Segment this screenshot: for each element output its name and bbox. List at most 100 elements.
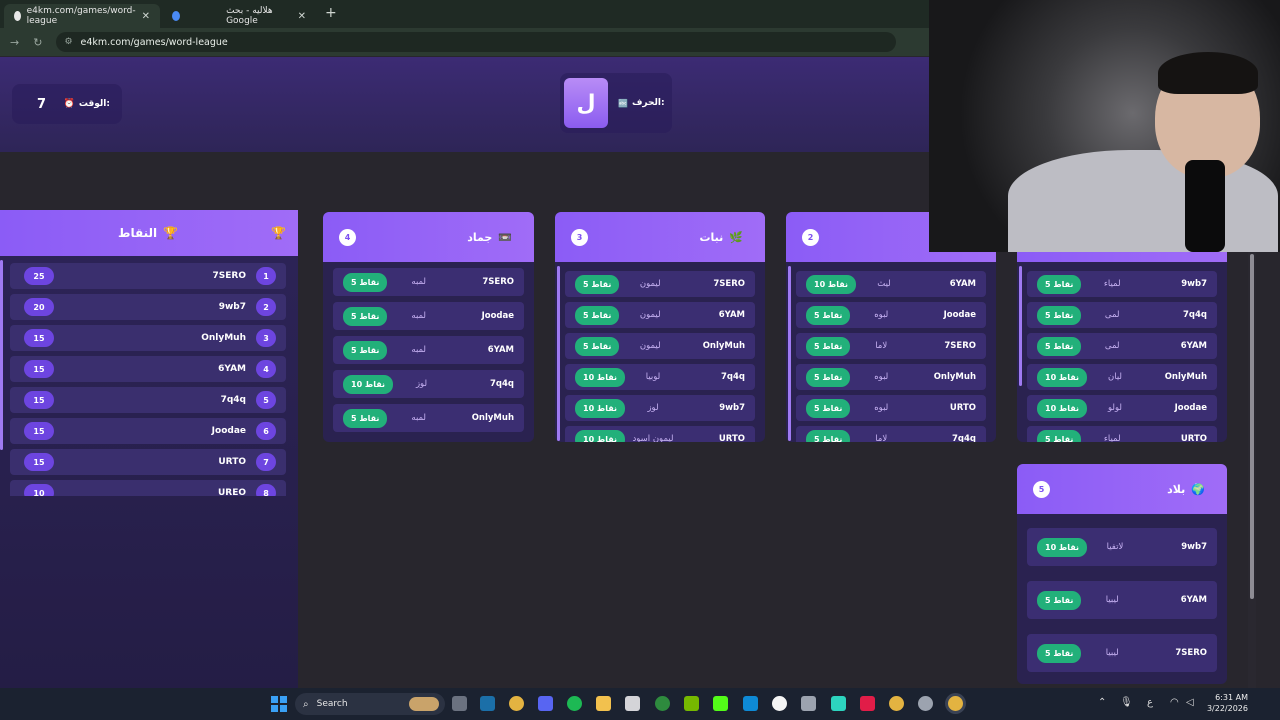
answer-word: ليمون (639, 310, 661, 320)
windows-start-icon[interactable] (271, 696, 287, 712)
camera-app-icon[interactable] (452, 696, 467, 711)
answer-row: 7SERO لمبه 5 نقاط (333, 268, 524, 296)
scrollbar-thumb[interactable] (1250, 254, 1254, 599)
category-title: بلاد (1167, 482, 1186, 496)
points-badge: 5 نقاط (343, 408, 388, 428)
wps-icon[interactable] (860, 696, 875, 711)
rank-badge: 1 (256, 267, 276, 285)
close-icon[interactable]: ✕ (142, 11, 150, 22)
new-tab-button[interactable]: + (325, 5, 337, 21)
player-name: 6YAM (218, 364, 246, 374)
answer-row: 7q4q لوبيا 10 نقاط (565, 364, 755, 390)
points-badge: 5 نقاط (806, 367, 851, 387)
chrome-icon[interactable] (509, 696, 524, 711)
forward-icon[interactable]: → (10, 36, 19, 49)
player-name: 7q4q (721, 372, 745, 382)
chrome-active-icon[interactable] (948, 696, 963, 711)
close-icon[interactable]: ✕ (298, 11, 306, 22)
points-badge: 5 نقاط (1037, 305, 1082, 325)
microphone-icon[interactable]: 🎙 (1120, 697, 1133, 708)
category-scrollbar[interactable] (557, 266, 560, 441)
spotify-icon[interactable] (567, 696, 582, 711)
points-badge: 5 نقاط (343, 306, 388, 326)
letter-chip: 🔤 الحرف: ل (560, 73, 672, 133)
player-name: 6YAM (487, 345, 514, 355)
chrome-icon[interactable] (889, 696, 904, 711)
trophy-icon: 🏆 (163, 226, 179, 240)
answer-row: 6YAM ليبيا 5 نقاط (1027, 581, 1217, 619)
player-name: URTO (218, 457, 246, 467)
player-name: 7SERO (713, 279, 745, 289)
globe-icon: 🌍 (1191, 482, 1205, 496)
points-badge: 5 نقاط (1037, 590, 1082, 610)
leaderboard-scrollbar[interactable] (0, 260, 3, 450)
player-name: 9wb7 (719, 403, 745, 413)
score-badge: 15 (24, 453, 54, 471)
tab-google-search[interactable]: هلاليه - بحث Google ✕ (162, 4, 316, 28)
app-icon[interactable] (743, 696, 758, 711)
clock-icon: ⏰ (63, 99, 75, 109)
answer-word: ليبيا (1105, 648, 1119, 658)
player-name: 7q4q (1183, 310, 1207, 320)
taskbar-search[interactable]: ⌕ Search (295, 693, 445, 715)
page-scrollbar[interactable] (1248, 252, 1256, 688)
points-badge: 10 نقاط (1037, 398, 1087, 418)
answer-row: OnlyMuh ليان 10 نقاط (1027, 364, 1217, 390)
discord-icon[interactable] (538, 696, 553, 711)
tab-word-league[interactable]: e4km.com/games/word-league ✕ (4, 4, 160, 28)
letter-label: الحرف: (631, 98, 665, 108)
site-info-icon[interactable]: ⚙ (64, 37, 72, 47)
answer-word: لبوه (874, 403, 889, 413)
xbox-icon[interactable] (655, 696, 670, 711)
recycle-icon[interactable] (801, 696, 816, 711)
language-indicator[interactable]: ع (1147, 697, 1153, 708)
category-scrollbar[interactable] (1019, 266, 1022, 386)
herb-icon: 🌿 (729, 230, 743, 244)
score-badge: 20 (24, 298, 54, 316)
store-icon[interactable] (625, 696, 640, 711)
kick-icon[interactable] (713, 696, 728, 711)
tab-label: هلاليه - بحث Google (226, 6, 273, 26)
settings-icon[interactable] (918, 696, 933, 711)
g-app-icon[interactable] (772, 696, 787, 711)
answer-row: URTO لمياء 5 نقاط (1027, 426, 1217, 442)
time-value: 7 (37, 96, 47, 112)
rank-badge: 5 (256, 391, 276, 409)
category-badge: 2 (802, 228, 819, 246)
reload-icon[interactable]: ↻ (33, 36, 42, 49)
answer-row: URTO لبوه 5 نقاط (796, 395, 986, 421)
url-input[interactable]: ⚙ e4km.com/games/word-league (56, 32, 897, 52)
time-label: الوقت: (78, 99, 110, 109)
category-panel-balad: بلاد 🌍 5 9wb7 لاتفيا 10 نقاط 6YAM ليبيا 5 نق… (1017, 464, 1227, 684)
answer-word: لاما (875, 434, 888, 442)
points-badge: 5 نقاط (575, 336, 620, 356)
taskbar-clock[interactable]: 6:31 AM 3/22/2026 (1200, 692, 1248, 714)
answer-row: 6YAM ليمون 5 نقاط (565, 302, 755, 328)
rank-badge: 4 (256, 360, 276, 378)
category-header: بلاد 🌍 5 (1017, 464, 1227, 514)
volume-icon[interactable]: ◁ (1186, 697, 1194, 708)
points-badge: 5 نقاط (1037, 274, 1082, 294)
answer-word: لولو (1108, 403, 1122, 413)
chat-app-icon[interactable] (831, 696, 846, 711)
points-badge: 5 نقاط (575, 305, 620, 325)
nvidia-icon[interactable] (684, 696, 699, 711)
url-text: e4km.com/games/word-league (80, 36, 228, 48)
answer-word: لاتفيا (1106, 542, 1124, 552)
points-badge: 10 نقاط (806, 274, 856, 294)
score-badge: 10 (24, 484, 54, 496)
points-badge: 5 نقاط (806, 336, 851, 356)
answer-word: لبوه (874, 310, 889, 320)
steam-icon[interactable] (480, 696, 495, 711)
player-name: Joodae (943, 310, 976, 320)
player-name: Joodae (211, 426, 246, 436)
wifi-icon[interactable]: ◠ (1170, 697, 1179, 708)
chevron-up-icon[interactable]: ⌃ (1098, 697, 1106, 708)
folder-icon[interactable] (596, 696, 611, 711)
category-scrollbar[interactable] (788, 266, 791, 441)
points-badge: 5 نقاط (343, 272, 388, 292)
player-name: 6YAM (949, 279, 976, 289)
player-name: 7q4q (220, 395, 246, 405)
address-bar-row: → ↻ ⚙ e4km.com/games/word-league (0, 28, 929, 56)
rank-badge: 8 (256, 484, 276, 496)
